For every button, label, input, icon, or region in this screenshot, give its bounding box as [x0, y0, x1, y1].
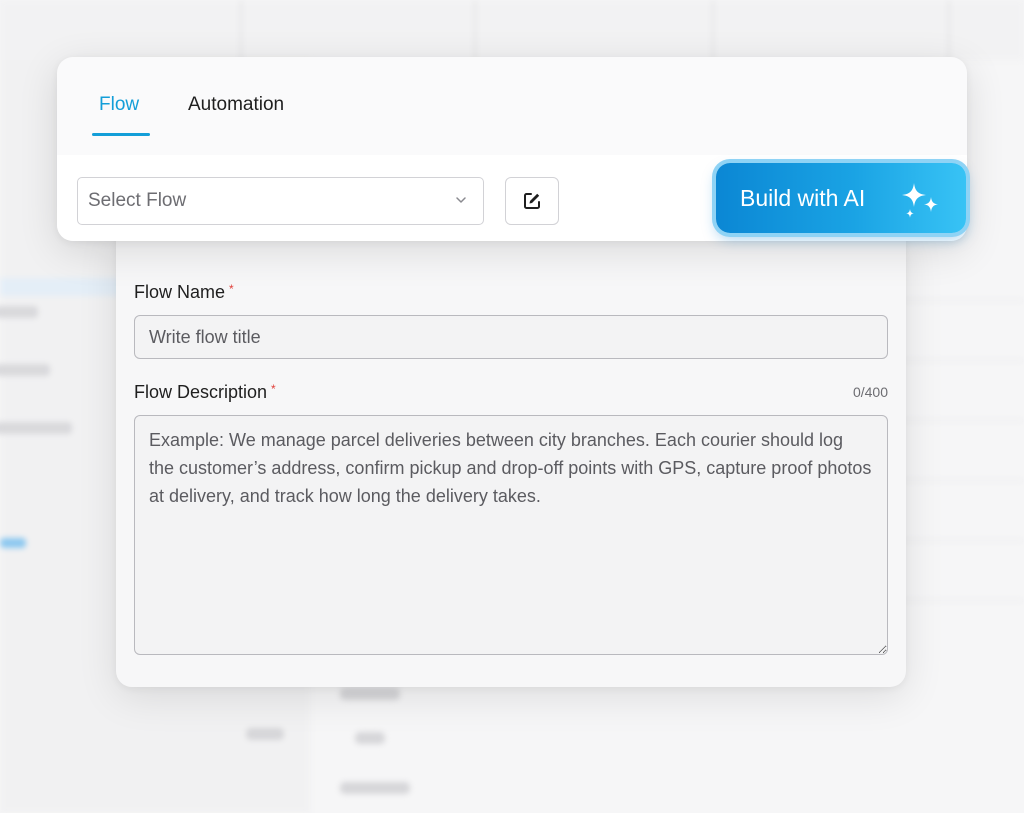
build-with-ai-button[interactable]: Build with AI: [716, 163, 966, 233]
flow-name-label-text: Flow Name: [134, 282, 226, 302]
description-char-counter: 0/400: [852, 384, 888, 400]
background-chip: [340, 782, 410, 794]
background-sidebar-item: [0, 306, 38, 318]
flow-header-card: Flow Automation Select Flow Build with A…: [57, 57, 967, 241]
background-column: [474, 0, 476, 60]
sparkle-icon: [902, 183, 938, 218]
select-flow-placeholder: Select Flow: [88, 190, 187, 211]
active-tab-indicator: [92, 133, 150, 136]
flow-name-input[interactable]: [134, 315, 888, 359]
edit-flow-button[interactable]: [505, 177, 559, 225]
background-chip: [340, 688, 400, 700]
flow-description-label-text: Flow Description: [134, 382, 268, 402]
background-topbar: [0, 0, 1024, 60]
build-with-ai-label: Build with AI: [740, 184, 866, 211]
background-sidebar-item: [0, 422, 72, 434]
background-chip: [246, 728, 284, 740]
required-marker: *: [229, 282, 234, 296]
flow-toolbar: Select Flow Build with AI: [57, 155, 967, 241]
select-flow-dropdown[interactable]: Select Flow: [77, 177, 484, 225]
background-column: [240, 0, 242, 60]
chevron-down-icon: [456, 197, 466, 203]
required-marker: *: [271, 382, 276, 396]
flow-form-card: Flow Name* Flow Description* 0/400: [116, 225, 906, 687]
tab-flow[interactable]: Flow: [99, 94, 139, 116]
flow-description-textarea[interactable]: [134, 415, 888, 655]
edit-icon: [524, 193, 540, 209]
background-chip: [355, 732, 385, 744]
flow-name-label: Flow Name *: [134, 282, 234, 303]
tab-automation[interactable]: Automation: [188, 94, 284, 116]
background-sidebar-highlight: [0, 278, 130, 296]
background-column: [712, 0, 714, 60]
background-sidebar-link: [0, 538, 26, 548]
flow-description-label: Flow Description *: [134, 382, 276, 403]
background-column: [948, 0, 950, 60]
background-sidebar-item: [0, 364, 50, 376]
